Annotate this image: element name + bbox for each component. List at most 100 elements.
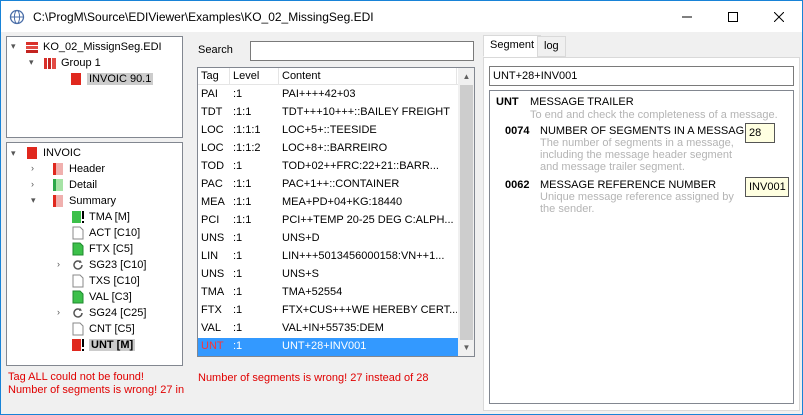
cell-content: MEA+PD+04+KG:18440 (282, 196, 403, 208)
column-header-content[interactable]: Content (279, 68, 457, 85)
tree-item-sg24[interactable]: SG24 [C25] (71, 305, 146, 321)
loop-icon (73, 260, 83, 270)
segment-description: To end and check the completeness of a m… (530, 109, 778, 121)
element-value-field[interactable]: INV001 (745, 177, 789, 197)
tree-item-unt[interactable]: UNT [M] (71, 337, 136, 353)
cell-tag: UNZ (198, 356, 230, 357)
cell-tag: UNT (201, 340, 224, 352)
cell-content: FTX+CUS+++WE HEREBY CERT... (282, 304, 457, 316)
minimize-icon (682, 16, 692, 17)
tree-item-message[interactable]: INVOIC 90.1 (69, 71, 154, 87)
search-input[interactable] (250, 41, 474, 61)
grid-error-message: Number of segments is wrong! 27 instead … (198, 372, 429, 384)
tree-item-tma[interactable]: TMA [M] (71, 209, 130, 225)
segment-grid[interactable]: Tag Level Content PAI:1 PAI++++42+03 TDT:1… (197, 67, 475, 357)
grid-scrollbar[interactable]: ▲ ▼ (458, 68, 474, 356)
scroll-up-icon[interactable]: ▲ (458, 68, 474, 85)
table-row[interactable]: PCI:1:1 PCI++TEMP 20-25 DEG C:ALPH... (198, 212, 458, 230)
cell-tag: FTX (201, 304, 222, 316)
cell-level: :1 (233, 250, 243, 262)
tree-item-detail[interactable]: Detail (51, 177, 97, 193)
tree-item-cnt[interactable]: CNT [C5] (71, 321, 135, 337)
cell-tag: MEA (201, 196, 225, 208)
collapse-icon[interactable]: ▾ (31, 196, 40, 205)
table-row[interactable]: LIN:1 LIN+++5013456000158:VN++1... (198, 248, 458, 266)
cell-content: UNS+D (282, 232, 320, 244)
section-icon (53, 195, 63, 207)
cell-tag: TOD (201, 160, 225, 172)
table-row[interactable]: MEA:1:1 MEA+PD+04+KG:18440 (198, 194, 458, 212)
tree-item-txs[interactable]: TXS [C10] (71, 273, 140, 289)
table-row[interactable]: VAL:1 VAL+IN+55735:DEM (198, 320, 458, 338)
element-code: 0074 (505, 125, 530, 137)
section-icon (53, 179, 63, 191)
table-row[interactable]: TDT:1:1 TDT+++10+++::BAILEY FREIGHT (198, 104, 458, 122)
cell-level: :1 (233, 88, 243, 100)
scroll-thumb[interactable] (460, 85, 473, 340)
table-row[interactable]: PAI:1 PAI++++42+03 (198, 86, 458, 104)
element-description: the sender. (540, 203, 595, 215)
cell-level: :1:1:2 (233, 142, 261, 154)
segment-tag: UNT (496, 96, 519, 108)
close-button[interactable] (756, 1, 802, 32)
tree-item-file[interactable]: KO_02_MissignSeg.EDI (25, 39, 162, 55)
element-description: The number of segments in a message, (540, 137, 734, 149)
structure-tree[interactable]: ▾ INVOIC › Header › Detail ▾ Summary TMA… (6, 142, 183, 366)
table-row[interactable]: UNZ UNZ+1+REF01 (198, 356, 458, 357)
tree-item-val[interactable]: VAL [C3] (71, 289, 132, 305)
cell-content: LIN+++5013456000158:VN++1... (282, 250, 445, 262)
column-header-tag[interactable]: Tag (198, 68, 230, 85)
segment-raw-field[interactable] (489, 66, 794, 86)
tree-item-ftx[interactable]: FTX [C5] (71, 241, 133, 257)
cell-tag: UNS (201, 232, 225, 244)
maximize-button[interactable] (710, 1, 756, 32)
cell-level: :1 (233, 232, 243, 244)
error-message: Number of segments is wrong! 27 ins (8, 384, 184, 396)
tree-item-group[interactable]: Group 1 (43, 55, 101, 71)
tree-item-summary[interactable]: Summary (51, 193, 116, 209)
collapse-icon[interactable]: ▾ (29, 58, 38, 67)
tree-item-act[interactable]: ACT [C10] (71, 225, 140, 241)
table-row[interactable]: UNS :1 UNS+D (198, 230, 458, 248)
table-row[interactable]: TOD :1 TOD+02++FRC:22+21::BARR... (198, 158, 458, 176)
column-header-level[interactable]: Level (230, 68, 279, 85)
cell-level: :1 (233, 322, 243, 334)
expand-icon[interactable]: › (31, 164, 40, 173)
cell-level: :1 (233, 160, 243, 172)
table-row[interactable]: LOC:1:1:1 LOC+5+::TEESIDE (198, 122, 458, 140)
scroll-down-icon[interactable]: ▼ (458, 339, 474, 356)
collapse-icon[interactable]: ▾ (11, 42, 20, 51)
table-row[interactable]: LOC:1:1:2 LOC+8+::BARREIRO (198, 140, 458, 158)
cell-level (230, 356, 279, 357)
edi-file-icon (26, 42, 38, 53)
table-row[interactable]: FTX:1 FTX+CUS+++WE HEREBY CERT... (198, 302, 458, 320)
collapse-icon[interactable]: ▾ (11, 149, 20, 158)
cell-level: :1:1 (233, 106, 252, 118)
table-row[interactable]: TMA:1 TMA+52554 (198, 284, 458, 302)
loop-icon (73, 308, 83, 318)
expand-icon[interactable]: › (57, 260, 66, 269)
element-description: and message trailer segment. (540, 161, 685, 173)
cell-tag: PCI (201, 214, 220, 226)
cell-content: TOD+02++FRC:22+21::BARR... (282, 160, 439, 172)
table-row[interactable]: UNT:1 UNT+28+INV001 (198, 338, 458, 356)
expand-icon[interactable]: › (31, 180, 40, 189)
file-tree[interactable]: ▾ KO_02_MissignSeg.EDI ▾ Group 1 INVOIC … (6, 36, 183, 138)
tab-segment[interactable]: Segment (483, 35, 542, 57)
tree-item-header[interactable]: Header (51, 161, 105, 177)
minimize-button[interactable] (664, 1, 710, 32)
segment-warning-icon (72, 211, 84, 223)
main-window: C:\ProgM\Source\EDIViewer\Examples\KO_02… (0, 0, 803, 415)
table-row[interactable]: UNS:1 UNS+S (198, 266, 458, 284)
cell-content: UNZ+1+REF01 (279, 356, 457, 357)
tab-log[interactable]: log (537, 36, 566, 57)
tree-item-invoic[interactable]: INVOIC (25, 145, 81, 161)
tree-item-sg23[interactable]: SG23 [C10] (71, 257, 146, 273)
cell-level: :1 (233, 268, 243, 280)
expand-icon[interactable]: › (57, 308, 66, 317)
segment-empty-icon (72, 322, 84, 336)
cell-content: PCI++TEMP 20-25 DEG C:ALPH... (282, 214, 454, 226)
table-row[interactable]: PAC:1:1 PAC+1++::CONTAINER (198, 176, 458, 194)
element-value-field[interactable]: 28 (745, 123, 775, 143)
cell-level: :1:1 (233, 178, 252, 190)
